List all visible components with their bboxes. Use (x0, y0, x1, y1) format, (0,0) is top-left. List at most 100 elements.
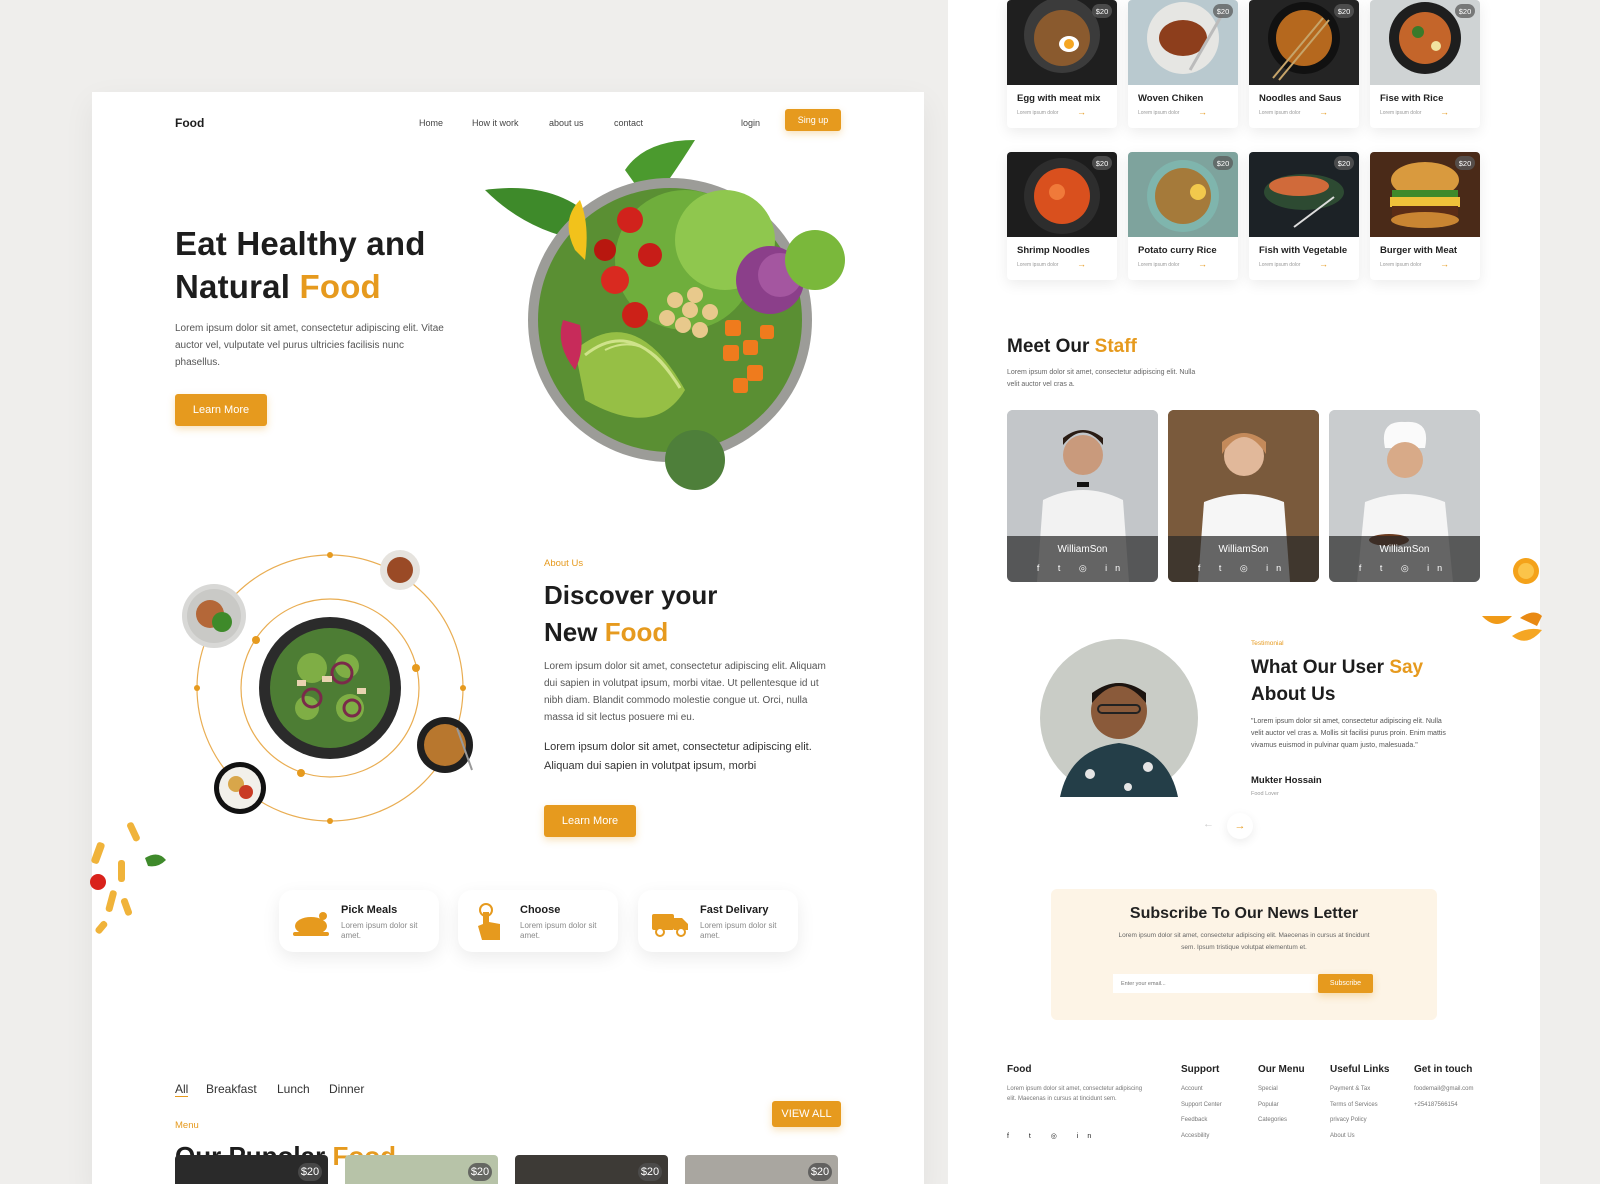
footer-about: Lorem ipsum dolor sit amet, consectetur … (1007, 1086, 1143, 1102)
product-desc: Lorem ipsum dolor (1017, 110, 1059, 116)
salad-bowl-image (485, 140, 845, 490)
landing-page-left: Food Home How it work about us contact l… (90, 92, 924, 1184)
arrow-right-icon[interactable]: → (1077, 107, 1086, 117)
menu-card-preview[interactable]: $20 (515, 1155, 668, 1184)
subscribe-button[interactable]: Subscribe (1318, 974, 1373, 993)
feature-desc: Lorem ipsum dolor sit amet. (341, 921, 418, 940)
testimonial-eyebrow: Testimonial (1251, 640, 1284, 647)
footer-link[interactable]: Feedback (1181, 1113, 1222, 1129)
price-badge: $20 (1092, 4, 1112, 18)
menu-card-preview[interactable]: $20 (345, 1155, 498, 1184)
feature-card-choose: Choose Lorem ipsum dolor sit amet. (458, 890, 618, 952)
delivery-truck-icon (652, 914, 688, 937)
staff-card[interactable]: WilliamSon f t ◎ in (1168, 410, 1319, 582)
product-name: Burger with Meat (1380, 245, 1458, 256)
menu-card-preview[interactable]: $20 (685, 1155, 838, 1184)
login-link[interactable]: login (741, 118, 760, 128)
footer-social-icons[interactable]: f t ◎ in (1007, 1132, 1100, 1140)
about-title: Discover your New Food (544, 580, 718, 647)
staff-desc: Lorem ipsum dolor sit amet, consectetur … (1007, 369, 1196, 388)
product-card[interactable]: $20 Burger with Meat Lorem ipsum dolor → (1370, 152, 1480, 280)
product-desc: Lorem ipsum dolor (1259, 262, 1301, 268)
about-eyebrow: About Us (544, 558, 584, 569)
arrow-right-icon[interactable]: → (1077, 259, 1086, 269)
footer-link[interactable]: Account (1181, 1082, 1222, 1098)
footer-email[interactable]: foodemail@gmail.com (1414, 1082, 1473, 1098)
price-badge: $20 (638, 1163, 662, 1181)
arrow-right-icon[interactable]: → (1198, 259, 1207, 269)
staff-title: Meet Our Staff (1007, 336, 1137, 357)
footer-link[interactable]: Special (1258, 1082, 1287, 1098)
social-icons[interactable]: f t ◎ in (1168, 563, 1319, 574)
staff-overlay (1007, 536, 1158, 582)
staff-name: WilliamSon (1057, 544, 1108, 555)
about-learn-more-button[interactable]: Learn More (544, 805, 636, 837)
product-card[interactable]: $20 Fise with Rice Lorem ipsum dolor → (1370, 0, 1480, 128)
social-icons[interactable]: f t ◎ in (1329, 563, 1480, 574)
price-badge: $20 (1455, 156, 1475, 170)
brand-logo[interactable]: Food (175, 116, 204, 130)
footer-contact: foodemail@gmail.com +254187566154 (1414, 1082, 1473, 1113)
footer-link[interactable]: About Us (1330, 1129, 1378, 1145)
product-desc: Lorem ipsum dolor (1138, 110, 1180, 116)
nav-contact[interactable]: contact (614, 118, 643, 128)
product-card[interactable]: $20 Potato curry Rice Lorem ipsum dolor … (1128, 152, 1238, 280)
product-card[interactable]: $20 Woven Chiken Lorem ipsum dolor → (1128, 0, 1238, 128)
about-paragraph-1: Lorem ipsum dolor sit amet, consectetur … (544, 661, 826, 723)
footer-link[interactable]: Popular (1258, 1098, 1287, 1114)
price-badge: $20 (1334, 156, 1354, 170)
footer-brand[interactable]: Food (1007, 1064, 1031, 1075)
footer-link[interactable]: Payment & Tax (1330, 1082, 1378, 1098)
footer-link[interactable]: Terms of Services (1330, 1098, 1378, 1114)
product-desc: Lorem ipsum dolor (1380, 262, 1422, 268)
staff-name: WilliamSon (1218, 544, 1269, 555)
product-card[interactable]: $20 Egg with meat mix Lorem ipsum dolor … (1007, 0, 1117, 128)
product-name: Noodles and Saus (1259, 93, 1342, 104)
footer-heading-contact: Get in touch (1414, 1064, 1473, 1075)
feature-title: Fast Delivary (700, 904, 769, 916)
testimonial-avatar (1040, 639, 1198, 797)
product-card[interactable]: $20 Fish with Vegetable Lorem ipsum dolo… (1249, 152, 1359, 280)
pasta-decoration (90, 822, 166, 934)
footer-link[interactable]: Support Center (1181, 1098, 1222, 1114)
footer-heading-support: Support (1181, 1064, 1220, 1075)
feature-card-fast-delivery: Fast Delivary Lorem ipsum dolor sit amet… (638, 890, 798, 952)
tab-breakfast[interactable]: Breakfast (206, 1082, 257, 1096)
view-all-button[interactable]: VIEW ALL (772, 1101, 841, 1127)
tab-lunch[interactable]: Lunch (277, 1082, 310, 1096)
hero-learn-more-button[interactable]: Learn More (175, 394, 267, 426)
footer-heading-useful: Useful Links (1330, 1064, 1390, 1075)
arrow-right-icon[interactable]: → (1440, 259, 1449, 269)
feature-desc: Lorem ipsum dolor sit amet. (700, 921, 777, 940)
arrow-left-icon[interactable]: ← (1203, 818, 1214, 830)
arrow-right-icon[interactable]: → (1440, 107, 1449, 117)
hero-title: Eat Healthy and Natural Food (175, 225, 426, 305)
nav-how-it-work[interactable]: How it work (472, 118, 519, 128)
nav-home[interactable]: Home (419, 118, 443, 128)
menu-card-preview[interactable]: $20 (175, 1155, 328, 1184)
tab-dinner[interactable]: Dinner (329, 1082, 364, 1096)
arrow-right-icon[interactable]: → (1198, 107, 1207, 117)
signup-button[interactable]: Sing up (785, 109, 841, 131)
tab-all[interactable]: All (175, 1082, 189, 1097)
email-input[interactable] (1113, 974, 1318, 993)
newsletter-desc: Lorem ipsum dolor sit amet, consectetur … (1118, 932, 1370, 951)
product-card[interactable]: $20 Shrimp Noodles Lorem ipsum dolor → (1007, 152, 1117, 280)
footer-link[interactable]: Categories (1258, 1113, 1287, 1129)
product-name: Fise with Rice (1380, 93, 1444, 104)
feature-title: Pick Meals (341, 904, 398, 916)
social-icons[interactable]: f t ◎ in (1007, 563, 1158, 574)
arrow-right-icon[interactable]: → (1319, 259, 1328, 269)
footer-link[interactable]: privacy Policy (1330, 1113, 1378, 1129)
arrow-right-button[interactable]: → (1227, 813, 1253, 839)
footer-heading-menu: Our Menu (1258, 1064, 1305, 1075)
footer-phone[interactable]: +254187566154 (1414, 1098, 1473, 1114)
staff-card[interactable]: WilliamSon f t ◎ in (1007, 410, 1158, 582)
staff-card[interactable]: WilliamSon f t ◎ in (1329, 410, 1480, 582)
product-card[interactable]: $20 Noodles and Saus Lorem ipsum dolor → (1249, 0, 1359, 128)
price-badge: $20 (1213, 4, 1233, 18)
arrow-right-icon[interactable]: → (1319, 107, 1328, 117)
price-badge: $20 (298, 1163, 322, 1181)
nav-about-us[interactable]: about us (549, 118, 584, 128)
footer-link[interactable]: Accesbility (1181, 1129, 1222, 1145)
